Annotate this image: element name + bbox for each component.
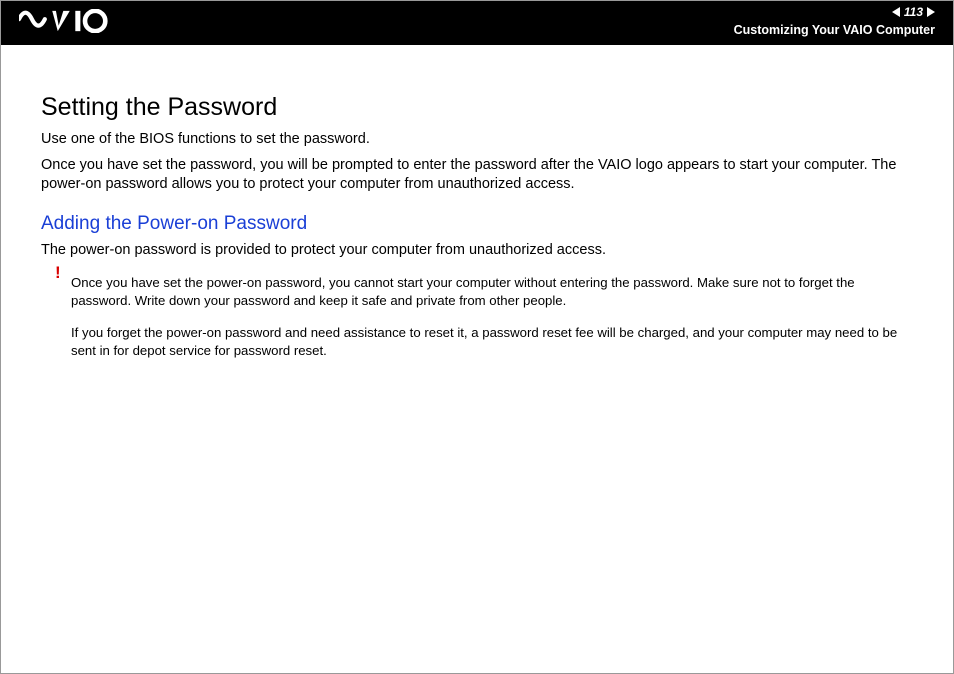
sub-intro-paragraph: The power-on password is provided to pro… [41, 241, 913, 261]
page-header: 113 Customizing Your VAIO Computer [1, 1, 953, 45]
warning-block: ! Once you have set the power-on passwor… [41, 274, 913, 359]
document-page: 113 Customizing Your VAIO Computer Setti… [0, 0, 954, 674]
next-page-icon[interactable] [927, 7, 935, 17]
header-section-title: Customizing Your VAIO Computer [734, 23, 935, 37]
warning-icon: ! [55, 263, 61, 283]
header-right: 113 Customizing Your VAIO Computer [734, 4, 935, 37]
page-number: 113 [904, 5, 923, 19]
page-content: Setting the Password Use one of the BIOS… [1, 45, 953, 394]
vaio-logo-icon [19, 9, 139, 37]
prev-page-icon[interactable] [892, 7, 900, 17]
page-title: Setting the Password [41, 93, 913, 122]
section-subheading: Adding the Power-on Password [41, 213, 913, 235]
intro-paragraph-2: Once you have set the password, you will… [41, 156, 913, 195]
intro-paragraph-1: Use one of the BIOS functions to set the… [41, 130, 913, 150]
warning-paragraph-2: If you forget the power-on password and … [71, 324, 913, 360]
page-navigation: 113 [892, 5, 935, 19]
warning-paragraph-1: Once you have set the power-on password,… [71, 274, 913, 310]
